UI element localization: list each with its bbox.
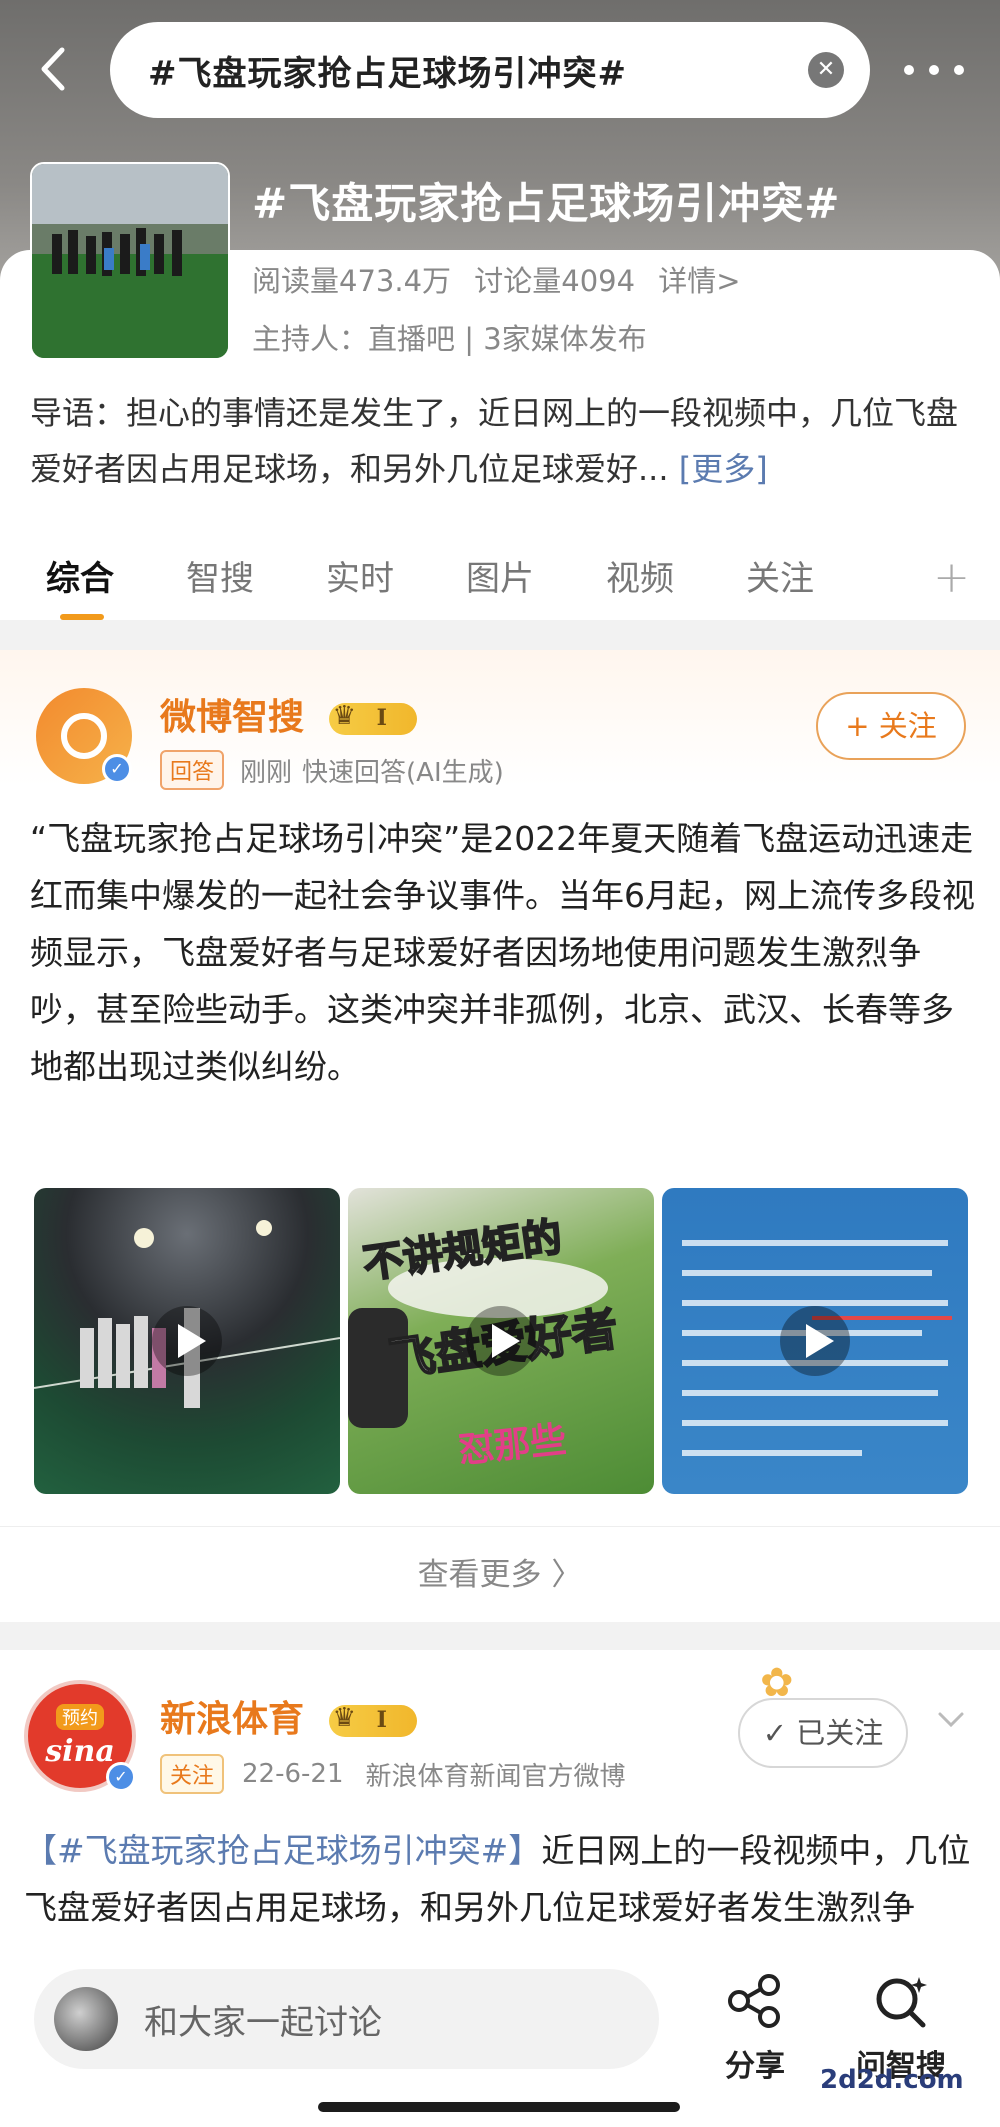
tab-bar: 综合 智搜 实时 图片 视频 关注 + [0, 530, 1000, 620]
follow-button[interactable]: + 关注 [816, 692, 966, 760]
play-icon [466, 1306, 536, 1376]
smart-search-icon [876, 1977, 927, 2028]
media-grid: 不讲规矩的 飞盘爱好者 怼那些 [34, 1188, 968, 1494]
tab-comprehensive[interactable]: 综合 [46, 551, 114, 620]
share-label: 分享 [725, 2049, 785, 2084]
user-avatar [54, 1987, 118, 2051]
back-icon[interactable] [30, 44, 80, 94]
appointment-tag: 预约 [56, 1703, 104, 1730]
bottom-bar: 和大家一起讨论 分享 问智搜 [0, 1945, 1000, 2127]
video-thumbnail-2[interactable]: 不讲规矩的 飞盘爱好者 怼那些 [348, 1188, 654, 1494]
discussion-placeholder: 和大家一起讨论 [144, 2002, 382, 2043]
topic-host: 主持人：直播吧 | 3家媒体发布 [252, 322, 647, 356]
details-link[interactable]: 详情> [658, 264, 740, 298]
author-name[interactable]: 新浪体育 [160, 1690, 417, 1742]
post-source: 新浪体育新闻官方微博 [365, 1761, 626, 1792]
tab-videos[interactable]: 视频 [606, 551, 674, 600]
read-count: 阅读量473.4万 [252, 264, 452, 298]
search-query-text: #飞盘玩家抢占足球场引冲突# [148, 53, 627, 94]
topic-intro-text: 导语：担心的事情还是发生了，近日网上的一段视频中，几位飞盘爱好者因占用足球场，和… [30, 394, 959, 488]
sina-logo: sina [45, 1733, 115, 1769]
more-options-icon[interactable] [904, 52, 964, 88]
share-button[interactable]: 分享 [700, 1973, 810, 2085]
smart-search-avatar[interactable]: ✓ [36, 688, 132, 784]
play-icon [780, 1306, 850, 1376]
add-tab-icon[interactable]: + [933, 552, 970, 603]
post-hashtag[interactable]: 【#飞盘玩家抢占足球场引冲突#】 [24, 1831, 541, 1870]
tab-following[interactable]: 关注 [746, 551, 814, 600]
tab-pictures[interactable]: 图片 [466, 551, 534, 600]
author-name[interactable]: 微博智搜 [160, 688, 417, 740]
search-ring-icon [61, 713, 107, 759]
home-indicator[interactable] [318, 2102, 680, 2112]
search-input[interactable]: #飞盘玩家抢占足球场引冲突# ✕ [110, 22, 870, 118]
play-icon [152, 1306, 222, 1376]
answer-tag: 回答 [160, 750, 225, 790]
video-thumbnail-3[interactable] [662, 1188, 968, 1494]
sina-sports-avatar[interactable]: 预约 sina ✓ [24, 1680, 136, 1792]
post-date: 22-6-21 [242, 1759, 344, 1789]
intro-more-link[interactable]: [更多] [679, 450, 768, 488]
followed-button[interactable]: ✓ 已关注 [738, 1698, 908, 1768]
tab-smart-search[interactable]: 智搜 [186, 551, 254, 600]
vip-badge-icon [328, 1703, 417, 1737]
answer-text: “飞盘玩家抢占足球场引冲突”是2022年夏天随着飞盘运动迅速走红而集中爆发的一起… [30, 819, 975, 1086]
post-time: 刚刚 [240, 757, 293, 788]
topic-thumbnail[interactable] [30, 162, 230, 360]
tab-realtime[interactable]: 实时 [326, 551, 394, 600]
verified-icon: ✓ [106, 1762, 136, 1792]
author-name-text: 微博智搜 [160, 697, 305, 738]
watermark: 2d2d.com [820, 2065, 964, 2095]
topic-stats: 阅读量473.4万 讨论量4094 详情> [252, 258, 755, 300]
smart-search-answer-card: ✓ 微博智搜 回答 刚刚 快速回答(AI生成) + 关注 “飞盘玩家抢占足球场引… [0, 650, 1000, 1622]
topic-intro: 导语：担心的事情还是发生了，近日网上的一段视频中，几位飞盘爱好者因占用足球场，和… [30, 385, 970, 497]
top-bar: #飞盘玩家抢占足球场引冲突# ✕ [0, 22, 1000, 118]
topic-title: #飞盘玩家抢占足球场引冲突# [252, 179, 841, 228]
share-icon [728, 1974, 780, 2028]
author-name-text: 新浪体育 [160, 1699, 305, 1740]
post-meta: 回答 刚刚 快速回答(AI生成) [160, 750, 504, 790]
clear-icon[interactable]: ✕ [808, 52, 844, 88]
discussion-count: 讨论量4094 [474, 264, 636, 298]
post-text: 【#飞盘玩家抢占足球场引冲突#】近日网上的一段视频中，几位飞盘爱好者因占用足球场… [24, 1822, 974, 1947]
video-thumbnail-1[interactable] [34, 1188, 340, 1494]
see-more-button[interactable]: 查看更多 〉 [0, 1526, 1000, 1622]
chevron-down-icon[interactable] [936, 1704, 966, 1734]
post-meta: 关注 22-6-21 新浪体育新闻官方微博 [160, 1754, 626, 1794]
post-source: 快速回答(AI生成) [302, 757, 504, 788]
following-tag: 关注 [160, 1754, 225, 1794]
vip-badge-icon [328, 701, 417, 735]
discussion-input[interactable]: 和大家一起讨论 [34, 1969, 659, 2069]
verified-icon: ✓ [102, 754, 132, 784]
